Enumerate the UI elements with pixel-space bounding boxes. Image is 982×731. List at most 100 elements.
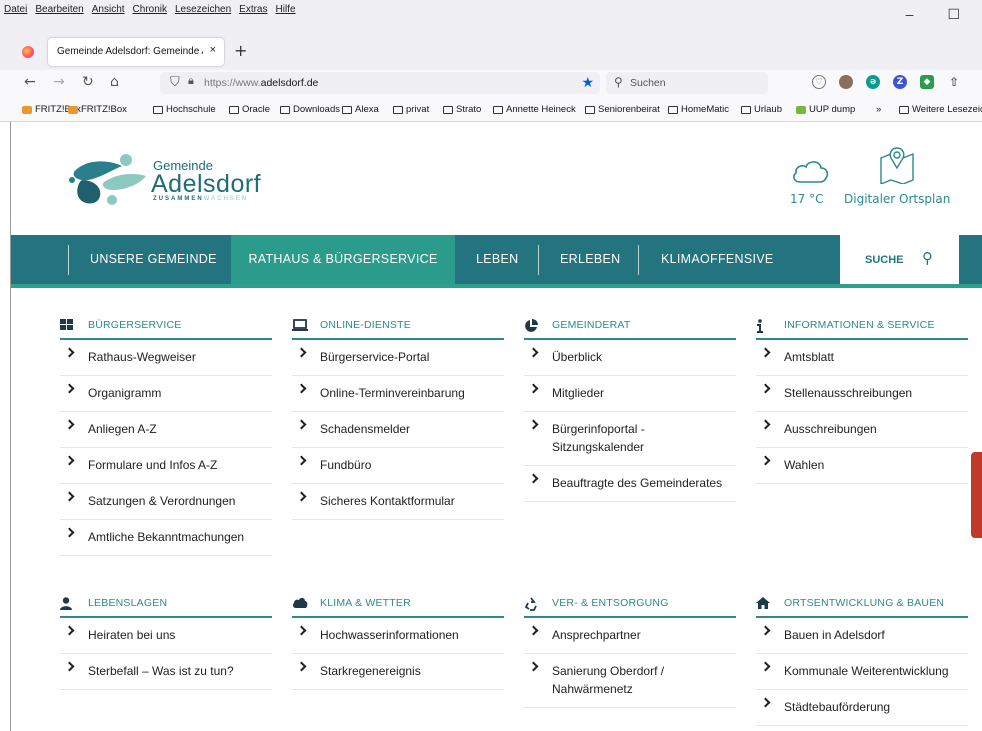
extension-brown-icon[interactable] <box>839 75 853 89</box>
menu-ansicht[interactable]: Ansicht <box>92 4 125 15</box>
menu-link[interactable]: Sterbefall – Was ist zu tun? <box>60 654 272 690</box>
folder-icon <box>393 105 403 114</box>
menu-link[interactable]: Starkregenereignis <box>292 654 504 690</box>
chevron-right-icon <box>64 419 75 430</box>
menu-link[interactable]: Organigramm <box>60 376 272 412</box>
new-tab-button[interactable]: + <box>234 41 247 60</box>
lock-icon[interactable]: 🔒︎ <box>188 75 194 88</box>
menu-link[interactable]: Bürgerinfoportal - Sitzungskalender <box>524 412 736 466</box>
bookmark-item[interactable]: HomeMatic <box>668 104 729 115</box>
menu-link[interactable]: Wahlen <box>756 448 968 484</box>
site-search-button[interactable]: SUCHE ⚲ <box>840 235 959 284</box>
menu-link[interactable]: Beauftragte des Gemeinderates <box>524 466 736 502</box>
tab-close-button[interactable]: × <box>210 44 216 56</box>
menu-chronik[interactable]: Chronik <box>133 4 167 15</box>
section-header[interactable]: KLIMA & WETTER <box>292 594 504 618</box>
extension-blue-icon[interactable]: Z <box>893 75 907 89</box>
menu-bearbeiten[interactable]: Bearbeiten <box>35 4 83 15</box>
extension-teal-icon[interactable]: ə <box>866 75 880 89</box>
extension-green-shield-icon[interactable]: ◆ <box>920 75 934 89</box>
bookmark-item[interactable]: Weitere Lesezeichen <box>899 104 982 115</box>
menu-link[interactable]: Anliegen A-Z <box>60 412 272 448</box>
browser-tab[interactable]: Gemeinde Adelsdorf: Gemeinde Adelsdorf × <box>48 38 224 66</box>
weather-temperature[interactable]: 17 °C <box>790 192 823 206</box>
back-icon[interactable]: ← <box>24 74 36 90</box>
nav-item-rathaus[interactable]: RATHAUS & BÜRGERSERVICE <box>231 235 455 284</box>
bookmark-item[interactable]: Downloads <box>280 104 340 115</box>
share-icon[interactable]: ⇧ <box>947 75 961 89</box>
browser-search-bar[interactable]: ⚲ Suchen <box>606 72 768 94</box>
map-pin-icon[interactable] <box>877 146 917 184</box>
section-header[interactable]: ONLINE-DIENSTE <box>292 316 504 340</box>
menu-link[interactable]: Bauen in Adelsdorf <box>756 618 968 654</box>
menu-link[interactable]: Amtsblatt <box>756 340 968 376</box>
bookmark-item[interactable]: Alexa <box>342 104 379 115</box>
nav-item-unsere-gemeinde[interactable]: UNSERE GEMEINDE <box>90 235 217 284</box>
minimize-button[interactable]: – <box>906 6 914 23</box>
menu-link[interactable]: Schadensmelder <box>292 412 504 448</box>
tracking-shield-icon[interactable]: ⛉ <box>170 74 180 90</box>
firefox-icon[interactable] <box>22 46 34 58</box>
menu-link[interactable]: Sanierung Oberdorf / Nahwärmenetz <box>524 654 736 708</box>
menu-link[interactable]: Online-Terminvereinbarung <box>292 376 504 412</box>
menu-link[interactable]: Städtebauförderung <box>756 690 968 726</box>
folder-icon <box>899 105 909 114</box>
bookmark-item[interactable]: » <box>876 104 881 115</box>
menu-link[interactable]: Ausschreibungen <box>756 412 968 448</box>
menu-link[interactable]: Heiraten bei uns <box>60 618 272 654</box>
side-feedback-tab[interactable] <box>971 452 982 538</box>
section-header[interactable]: VER- & ENTSORGUNG <box>524 594 736 618</box>
page-border <box>10 122 11 731</box>
bookmark-item[interactable]: Strato <box>443 104 481 115</box>
section-header[interactable]: LEBENSLAGEN <box>60 594 272 618</box>
nav-item-leben[interactable]: LEBEN <box>476 235 519 284</box>
menu-link[interactable]: Überblick <box>524 340 736 376</box>
nav-item-klimaoffensive[interactable]: KLIMAOFFENSIVE <box>661 235 774 284</box>
cloud-icon[interactable] <box>790 156 830 186</box>
url-bar[interactable]: ⛉ 🔒︎ https://www.adelsdorf.de ★ <box>160 72 600 94</box>
logo-graphic[interactable] <box>66 150 150 212</box>
pocket-icon[interactable]: ♡ <box>812 75 826 89</box>
menu-link[interactable]: Ansprechpartner <box>524 618 736 654</box>
bookmark-item[interactable]: Urlaub <box>741 104 782 115</box>
menu-link[interactable]: Mitglieder <box>524 376 736 412</box>
menu-hilfe[interactable]: Hilfe <box>276 4 296 15</box>
menu-link[interactable]: Formulare und Infos A-Z <box>60 448 272 484</box>
menu-link[interactable]: Hochwasserinformationen <box>292 618 504 654</box>
bookmark-item[interactable]: UUP dump <box>796 104 855 115</box>
bookmark-item[interactable]: Hochschule <box>153 104 216 115</box>
forward-icon[interactable]: → <box>53 74 65 90</box>
bookmark-item[interactable]: Oracle <box>229 104 270 115</box>
bookmark-item[interactable]: privat <box>393 104 429 115</box>
bookmark-item[interactable]: Seniorenbeirat <box>585 104 660 115</box>
home-icon[interactable]: ⌂ <box>110 74 119 90</box>
menu-link[interactable]: Kommunale Weiterentwicklung <box>756 654 968 690</box>
bookmark-favicon-icon <box>68 105 78 114</box>
section-header[interactable]: GEMEINDERAT <box>524 316 736 340</box>
menu-datei[interactable]: Datei <box>4 4 27 15</box>
menu-link[interactable]: Sicheres Kontaktformular <box>292 484 504 520</box>
section-header[interactable]: ORTSENTWICKLUNG & BAUEN <box>756 594 968 618</box>
logo-text-big[interactable]: Adelsdorf <box>151 170 261 199</box>
menu-lesezeichen[interactable]: Lesezeichen <box>175 4 231 15</box>
ortsplan-link[interactable]: Digitaler Ortsplan <box>844 192 950 206</box>
section-header[interactable]: INFORMATIONEN & SERVICE <box>756 316 968 340</box>
menu-link[interactable]: Fundbüro <box>292 448 504 484</box>
menu-extras[interactable]: Extras <box>239 4 267 15</box>
menu-link[interactable]: Rathaus-Wegweiser <box>60 340 272 376</box>
bookmark-star-icon[interactable]: ★ <box>581 74 594 91</box>
nav-item-erleben[interactable]: ERLEBEN <box>560 235 620 284</box>
menu-link[interactable]: Amtliche Bekanntmachungen <box>60 520 272 556</box>
bookmark-item[interactable]: Annette Heineck <box>493 104 576 115</box>
menu-link[interactable]: Stellenausschreibungen <box>756 376 968 412</box>
bookmark-item[interactable]: FRITZ!Box <box>68 104 127 115</box>
reload-icon[interactable]: ↻ <box>82 74 94 90</box>
chevron-right-icon <box>64 383 75 394</box>
menu-link[interactable]: Satzungen & Verordnungen <box>60 484 272 520</box>
chevron-right-icon <box>296 347 307 358</box>
maximize-button[interactable]: ☐ <box>947 6 960 23</box>
menu-link[interactable]: Bürgerservice-Portal <box>292 340 504 376</box>
section-header[interactable]: BÜRGERSERVICE <box>60 316 272 340</box>
url-text[interactable]: https://www.adelsdorf.de <box>204 77 318 89</box>
menu-section-bürgerservice: BÜRGERSERVICE Rathaus-Wegweiser Organigram… <box>60 316 272 556</box>
